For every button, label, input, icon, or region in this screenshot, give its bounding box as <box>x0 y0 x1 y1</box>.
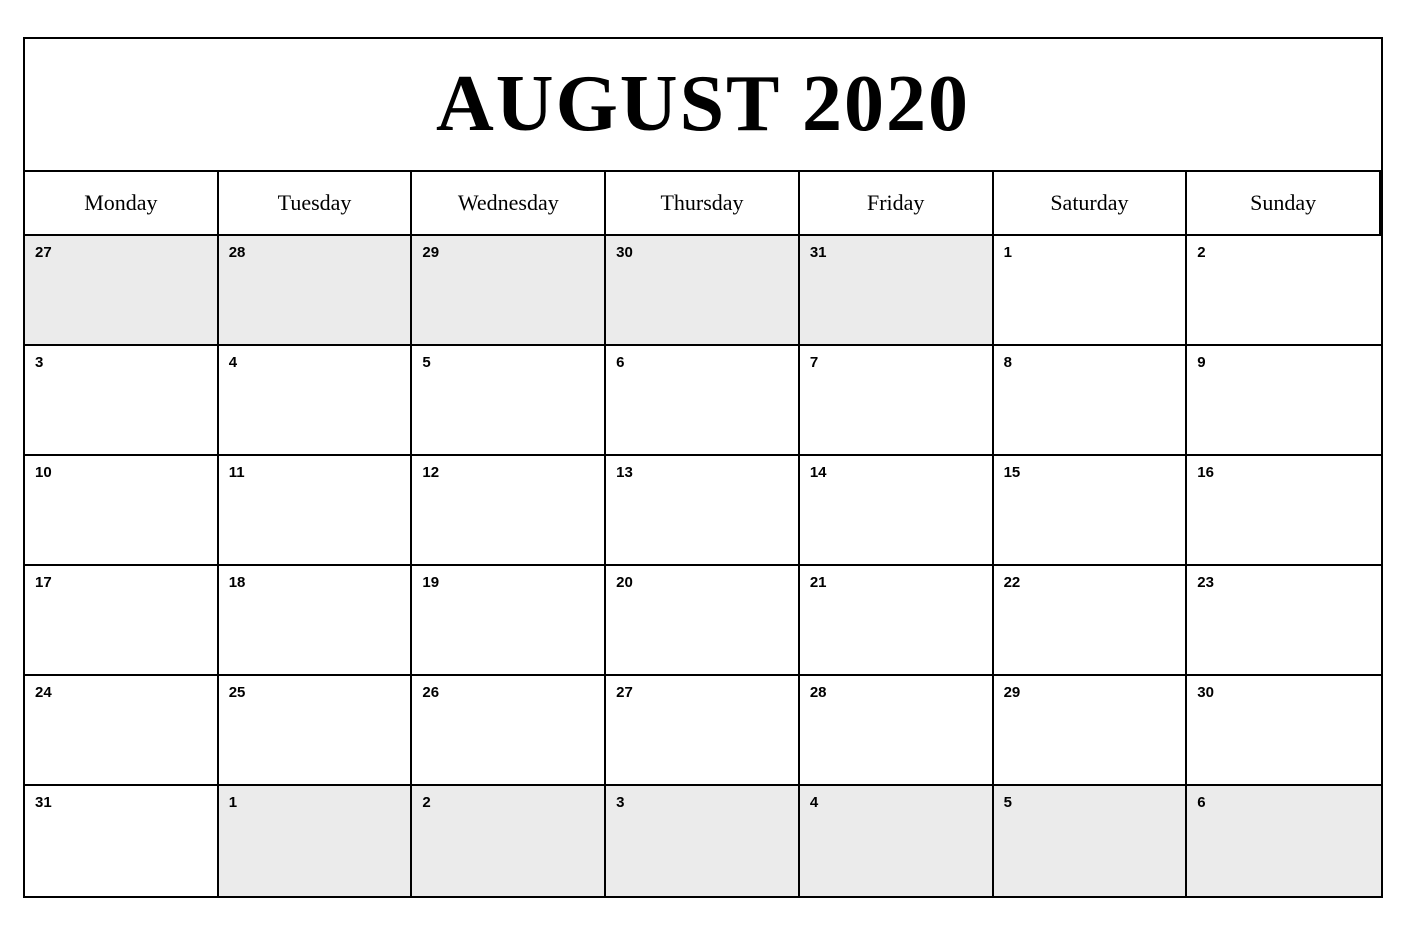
day-number: 31 <box>35 794 207 811</box>
day-number: 6 <box>616 354 788 371</box>
day-cell[interactable]: 30 <box>1187 676 1381 786</box>
day-cell[interactable]: 20 <box>606 566 800 676</box>
day-cell[interactable]: 27 <box>606 676 800 786</box>
day-number: 23 <box>1197 574 1371 591</box>
day-cell[interactable]: 27 <box>25 236 219 346</box>
day-header-thursday: Thursday <box>606 172 800 236</box>
day-cell[interactable]: 24 <box>25 676 219 786</box>
day-cell[interactable]: 10 <box>25 456 219 566</box>
day-cell[interactable]: 28 <box>219 236 413 346</box>
day-cell[interactable]: 2 <box>412 786 606 896</box>
calendar-header: AUGUST 2020 <box>25 39 1381 172</box>
day-cell[interactable]: 2 <box>1187 236 1381 346</box>
day-cell[interactable]: 5 <box>412 346 606 456</box>
day-number: 12 <box>422 464 594 481</box>
day-number: 17 <box>35 574 207 591</box>
day-cell[interactable]: 4 <box>219 346 413 456</box>
day-header-saturday: Saturday <box>994 172 1188 236</box>
day-number: 6 <box>1197 794 1371 811</box>
day-cell[interactable]: 31 <box>800 236 994 346</box>
day-number: 1 <box>229 794 401 811</box>
day-cell[interactable]: 21 <box>800 566 994 676</box>
day-cell[interactable]: 5 <box>994 786 1188 896</box>
day-number: 24 <box>35 684 207 701</box>
day-cell[interactable]: 19 <box>412 566 606 676</box>
day-header-wednesday: Wednesday <box>412 172 606 236</box>
day-header-friday: Friday <box>800 172 994 236</box>
day-number: 31 <box>810 244 982 261</box>
day-cell[interactable]: 8 <box>994 346 1188 456</box>
day-number: 30 <box>616 244 788 261</box>
day-cell[interactable]: 3 <box>25 346 219 456</box>
day-cell[interactable]: 7 <box>800 346 994 456</box>
day-header-tuesday: Tuesday <box>219 172 413 236</box>
day-number: 2 <box>1197 244 1371 261</box>
day-number: 28 <box>810 684 982 701</box>
day-cell[interactable]: 22 <box>994 566 1188 676</box>
calendar-grid: MondayTuesdayWednesdayThursdayFridaySatu… <box>25 172 1381 896</box>
day-number: 27 <box>35 244 207 261</box>
day-cell[interactable]: 12 <box>412 456 606 566</box>
day-number: 5 <box>422 354 594 371</box>
day-cell[interactable]: 30 <box>606 236 800 346</box>
day-cell[interactable]: 29 <box>412 236 606 346</box>
day-cell[interactable]: 18 <box>219 566 413 676</box>
day-number: 7 <box>810 354 982 371</box>
day-cell[interactable]: 29 <box>994 676 1188 786</box>
day-cell[interactable]: 4 <box>800 786 994 896</box>
day-cell[interactable]: 11 <box>219 456 413 566</box>
day-number: 18 <box>229 574 401 591</box>
day-number: 16 <box>1197 464 1371 481</box>
day-header-sunday: Sunday <box>1187 172 1381 236</box>
day-number: 10 <box>35 464 207 481</box>
day-number: 15 <box>1004 464 1176 481</box>
day-cell[interactable]: 9 <box>1187 346 1381 456</box>
day-number: 25 <box>229 684 401 701</box>
day-number: 9 <box>1197 354 1371 371</box>
day-number: 27 <box>616 684 788 701</box>
day-number: 29 <box>422 244 594 261</box>
day-number: 4 <box>810 794 982 811</box>
calendar-title: AUGUST 2020 <box>25 59 1381 150</box>
day-number: 11 <box>229 464 401 481</box>
day-cell[interactable]: 15 <box>994 456 1188 566</box>
day-number: 19 <box>422 574 594 591</box>
day-number: 1 <box>1004 244 1176 261</box>
day-cell[interactable]: 16 <box>1187 456 1381 566</box>
day-number: 30 <box>1197 684 1371 701</box>
day-cell[interactable]: 13 <box>606 456 800 566</box>
day-number: 22 <box>1004 574 1176 591</box>
day-number: 3 <box>616 794 788 811</box>
day-number: 8 <box>1004 354 1176 371</box>
day-cell[interactable]: 1 <box>994 236 1188 346</box>
day-cell[interactable]: 1 <box>219 786 413 896</box>
day-number: 21 <box>810 574 982 591</box>
day-number: 3 <box>35 354 207 371</box>
day-cell[interactable]: 28 <box>800 676 994 786</box>
day-cell[interactable]: 23 <box>1187 566 1381 676</box>
day-number: 14 <box>810 464 982 481</box>
day-number: 20 <box>616 574 788 591</box>
day-cell[interactable]: 6 <box>1187 786 1381 896</box>
day-cell[interactable]: 14 <box>800 456 994 566</box>
day-number: 26 <box>422 684 594 701</box>
day-cell[interactable]: 25 <box>219 676 413 786</box>
day-number: 2 <box>422 794 594 811</box>
day-cell[interactable]: 31 <box>25 786 219 896</box>
day-number: 13 <box>616 464 788 481</box>
day-number: 4 <box>229 354 401 371</box>
day-number: 5 <box>1004 794 1176 811</box>
calendar: AUGUST 2020 MondayTuesdayWednesdayThursd… <box>23 37 1383 898</box>
day-header-monday: Monday <box>25 172 219 236</box>
day-number: 29 <box>1004 684 1176 701</box>
day-cell[interactable]: 17 <box>25 566 219 676</box>
day-cell[interactable]: 3 <box>606 786 800 896</box>
day-cell[interactable]: 26 <box>412 676 606 786</box>
day-number: 28 <box>229 244 401 261</box>
day-cell[interactable]: 6 <box>606 346 800 456</box>
